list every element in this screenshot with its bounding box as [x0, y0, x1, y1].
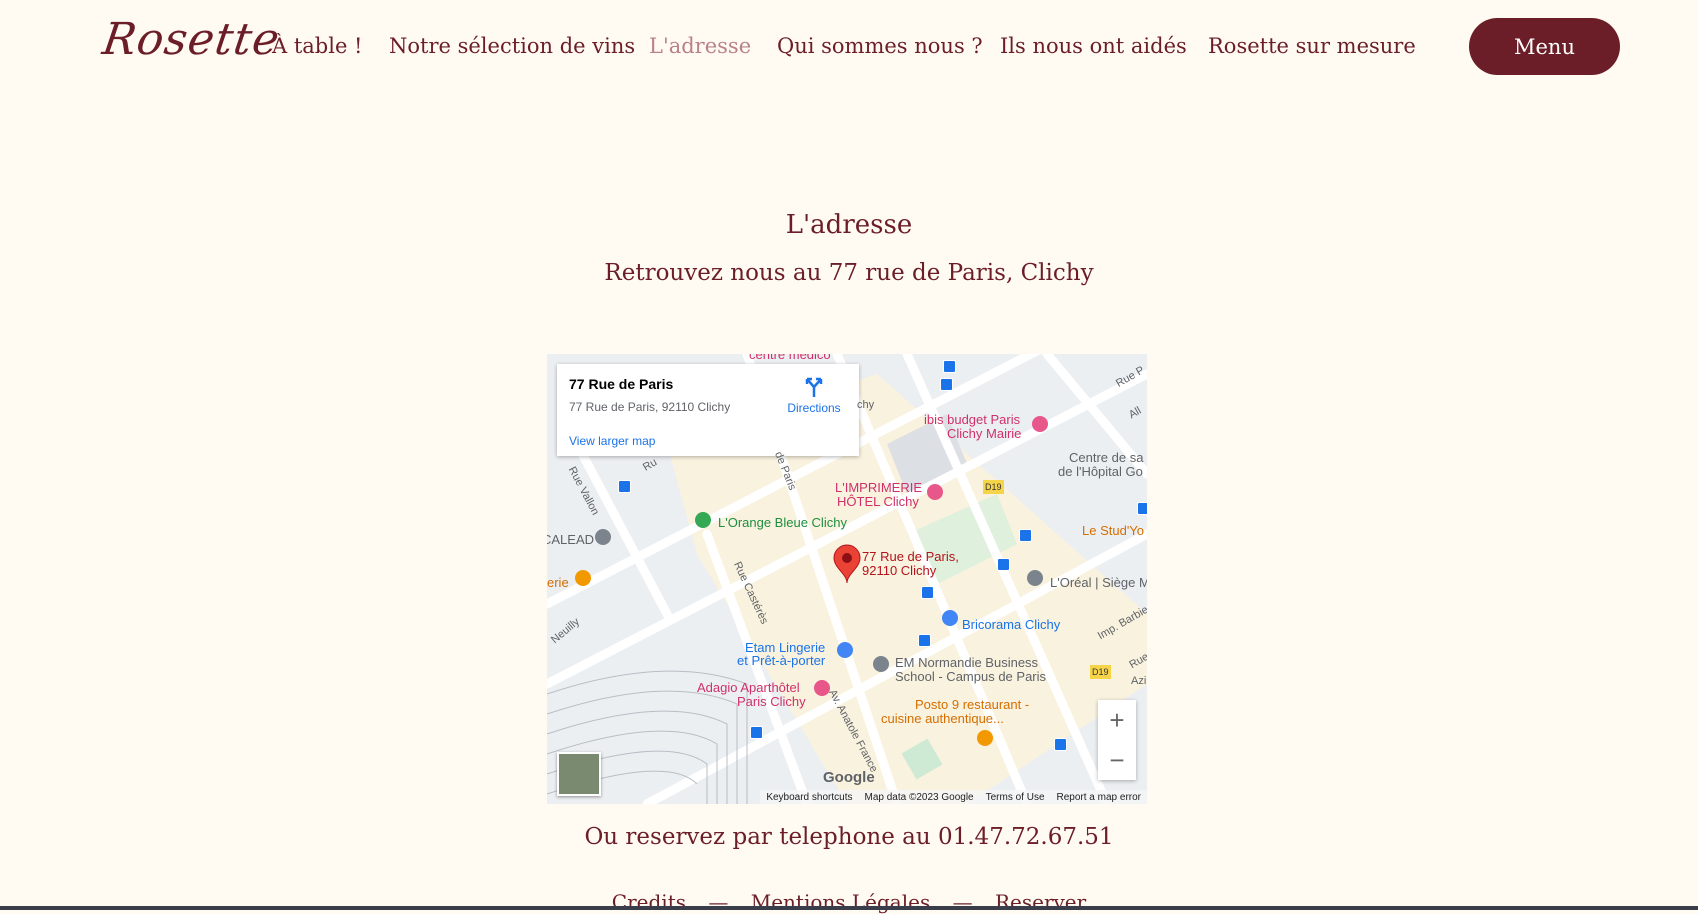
place-ibis-line2: Clichy Mairie — [947, 426, 1022, 441]
bus-stop-icon[interactable] — [618, 480, 631, 493]
logo[interactable]: Rosette — [99, 14, 283, 65]
place-bricorama[interactable]: Bricorama Clichy — [962, 618, 1060, 632]
footer-link-reserver[interactable]: Reserver — [995, 890, 1086, 914]
place-adagio-line1[interactable]: Adagio Aparthôtel — [697, 681, 800, 695]
place-gerie: erie — [547, 575, 569, 590]
nav-item-selection-vins[interactable]: Notre sélection de vins — [389, 34, 635, 58]
place-studyo: Le Stud'Yo — [1082, 523, 1145, 538]
shopping-icon[interactable] — [837, 642, 853, 658]
google-logo: Google — [823, 769, 875, 786]
place-posto-line1[interactable]: Posto 9 restaurant - — [915, 698, 1029, 712]
nav-item-adresse[interactable]: L'adresse — [649, 34, 751, 58]
bottom-bar — [0, 906, 1698, 910]
shopping-icon[interactable] — [942, 610, 958, 626]
page-title: L'adresse — [785, 210, 913, 240]
place-orange-bleue[interactable]: L'Orange Bleue Clichy — [718, 516, 847, 530]
place-imprimerie-line1[interactable]: L'IMPRIMERIE — [835, 481, 922, 495]
bus-stop-icon[interactable] — [1054, 738, 1067, 751]
gym-icon[interactable] — [695, 512, 711, 528]
map-attribution: Keyboard shortcuts Map data ©2023 Google… — [760, 790, 1147, 804]
footer-separator: — — [708, 890, 729, 914]
bus-stop-icon[interactable] — [997, 558, 1010, 571]
map-data-text: Map data ©2023 Google — [864, 791, 974, 803]
place-em-line2: School - Campus de Paris — [895, 669, 1047, 684]
place-imprimerie-line2: HÔTEL Clichy — [837, 494, 919, 509]
bus-stop-icon[interactable] — [1019, 529, 1032, 542]
directions-label: Directions — [787, 401, 841, 415]
terms-of-use-link[interactable]: Terms of Use — [986, 792, 1045, 803]
restaurant-icon[interactable] — [575, 570, 591, 586]
phone-text: Ou reservez par telephone au 01.47.72.67… — [584, 824, 1114, 850]
zoom-in-button[interactable]: + — [1098, 700, 1136, 740]
bus-stop-icon[interactable] — [940, 378, 953, 391]
place-adagio-line2: Paris Clichy — [737, 694, 806, 709]
info-card-address: 77 Rue de Paris, 92110 Clichy — [569, 400, 731, 414]
directions-button[interactable]: Directions — [779, 376, 849, 415]
place-posto-line2: cuisine authentique... — [881, 711, 1004, 726]
bus-stop-icon[interactable] — [1137, 502, 1147, 515]
address-subtitle: Retrouvez nous au 77 rue de Paris, Clich… — [604, 260, 1094, 286]
location-pin-icon[interactable] — [832, 544, 862, 584]
hotel-icon[interactable] — [1032, 416, 1048, 432]
google-map[interactable]: 77 Rue de Paris 77 Rue de Paris, 92110 C… — [547, 354, 1147, 804]
zoom-out-button[interactable]: − — [1098, 740, 1136, 780]
satellite-toggle-button[interactable] — [557, 752, 601, 796]
footer: Credits — Mentions Légales — Reserver — [0, 890, 1698, 914]
place-oreal: L'Oréal | Siège M — [1050, 575, 1147, 590]
road-badge: D19 — [983, 480, 1004, 494]
place-etam-line2: et Prêt-à-porter — [737, 653, 826, 668]
restaurant-icon[interactable] — [977, 730, 993, 746]
place-icon[interactable] — [595, 529, 611, 545]
place-icon[interactable] — [1027, 570, 1043, 586]
street-azi: Azi — [1131, 675, 1147, 687]
zoom-controls: + − — [1098, 700, 1136, 780]
footer-separator: — — [952, 890, 973, 914]
nav-item-rosette-sur-mesure[interactable]: Rosette sur mesure — [1208, 34, 1416, 58]
top-navigation: Rosette À table ! Notre sélection de vin… — [0, 0, 1698, 95]
place-centre-line1: Centre de sa — [1069, 450, 1144, 465]
nav-item-ils-nous-ont-aides[interactable]: Ils nous ont aidés — [1000, 34, 1187, 58]
footer-link-mentions-legales[interactable]: Mentions Légales — [751, 890, 931, 914]
bus-stop-icon[interactable] — [921, 586, 934, 599]
report-map-error-link[interactable]: Report a map error — [1057, 792, 1141, 803]
pin-label-line2: 92110 Clichy — [862, 563, 937, 578]
footer-link-credits[interactable]: Credits — [612, 890, 686, 914]
bus-stop-icon[interactable] — [750, 726, 763, 739]
hotel-icon[interactable] — [927, 484, 943, 500]
keyboard-shortcuts-link[interactable]: Keyboard shortcuts — [766, 792, 852, 803]
info-card-title: 77 Rue de Paris — [569, 376, 674, 392]
view-larger-map-link[interactable]: View larger map — [569, 434, 655, 448]
place-calead: CALEAD — [547, 532, 595, 547]
school-icon[interactable] — [873, 656, 889, 672]
bus-stop-icon[interactable] — [943, 360, 956, 373]
bus-stop-icon[interactable] — [918, 634, 931, 647]
street-chy: chy — [857, 399, 875, 411]
pin-label-line1: 77 Rue de Paris, — [862, 549, 959, 564]
nav-item-a-table[interactable]: À table ! — [272, 34, 363, 58]
place-ibis-line1[interactable]: ibis budget Paris — [924, 413, 1020, 427]
directions-icon — [805, 377, 823, 397]
nav-item-qui-sommes-nous[interactable]: Qui sommes nous ? — [777, 34, 983, 58]
map-info-card: 77 Rue de Paris 77 Rue de Paris, 92110 C… — [557, 364, 859, 456]
road-badge: D19 — [1090, 665, 1111, 679]
place-centre-line2: de l'Hôpital Go — [1058, 464, 1143, 479]
place-em-line1[interactable]: EM Normandie Business — [895, 656, 1038, 670]
menu-button[interactable]: Menu — [1469, 18, 1620, 75]
place-centre-medico: centre médico — [749, 354, 831, 362]
